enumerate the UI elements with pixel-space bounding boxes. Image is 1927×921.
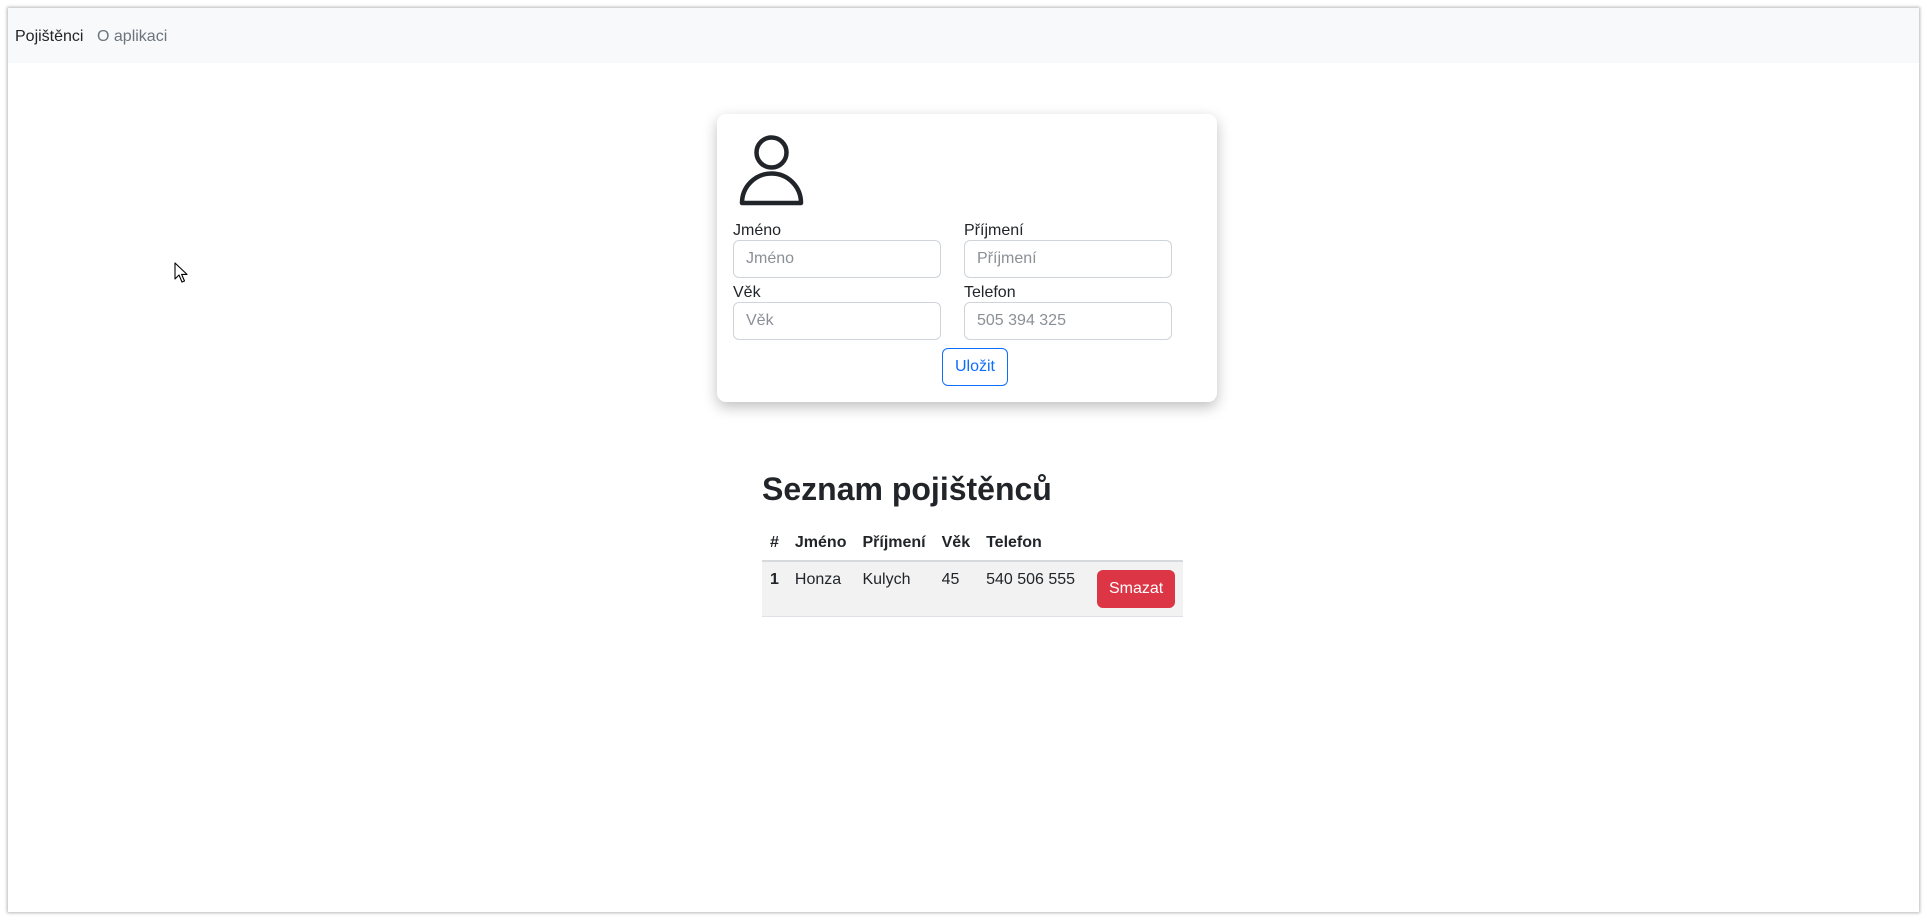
table-header-row: # Jméno Příjmení Věk Telefon (762, 526, 1184, 562)
row-number: 1 (762, 561, 787, 617)
person-icon (739, 135, 804, 206)
save-button[interactable]: Uložit (942, 348, 1008, 386)
last-name-input[interactable] (964, 240, 1172, 278)
age-label: Věk (733, 284, 761, 301)
column-header-number: # (762, 526, 787, 562)
first-name-label: Jméno (733, 222, 782, 239)
insured-table: # Jméno Příjmení Věk Telefon 1 Honza Kul… (762, 526, 1184, 617)
column-header-actions (1083, 526, 1184, 562)
list-title: Seznam pojištěnců (762, 471, 1052, 507)
mouse-cursor-icon (174, 262, 188, 283)
row-first-name: Honza (786, 561, 855, 617)
age-input[interactable] (733, 302, 941, 340)
phone-input[interactable] (964, 302, 1172, 340)
column-header-phone: Telefon (978, 526, 1084, 562)
column-header-first-name: Jméno (786, 526, 855, 562)
insured-form-card: Jméno Příjmení Věk Telefon Uložit (717, 114, 1217, 402)
browser-viewport: Pojištěnci O aplikaci Jméno Příjmení Věk… (8, 8, 1919, 912)
nav-link-pojistenci[interactable]: Pojištěnci (15, 27, 83, 46)
column-header-last-name: Příjmení (854, 526, 934, 562)
row-actions: Smazat (1083, 561, 1184, 617)
nav-link-about[interactable]: O aplikaci (97, 27, 167, 46)
first-name-input[interactable] (733, 240, 941, 278)
last-name-label: Příjmení (964, 222, 1024, 239)
column-header-age: Věk (933, 526, 979, 562)
delete-button[interactable]: Smazat (1097, 570, 1176, 608)
navbar: Pojištěnci O aplikaci (8, 8, 1919, 63)
row-last-name: Kulych (854, 561, 934, 617)
table-row: 1 Honza Kulych 45 540 506 555 Smazat (762, 561, 1184, 617)
row-age: 45 (933, 561, 979, 617)
phone-label: Telefon (964, 284, 1016, 301)
row-phone: 540 506 555 (978, 561, 1084, 617)
